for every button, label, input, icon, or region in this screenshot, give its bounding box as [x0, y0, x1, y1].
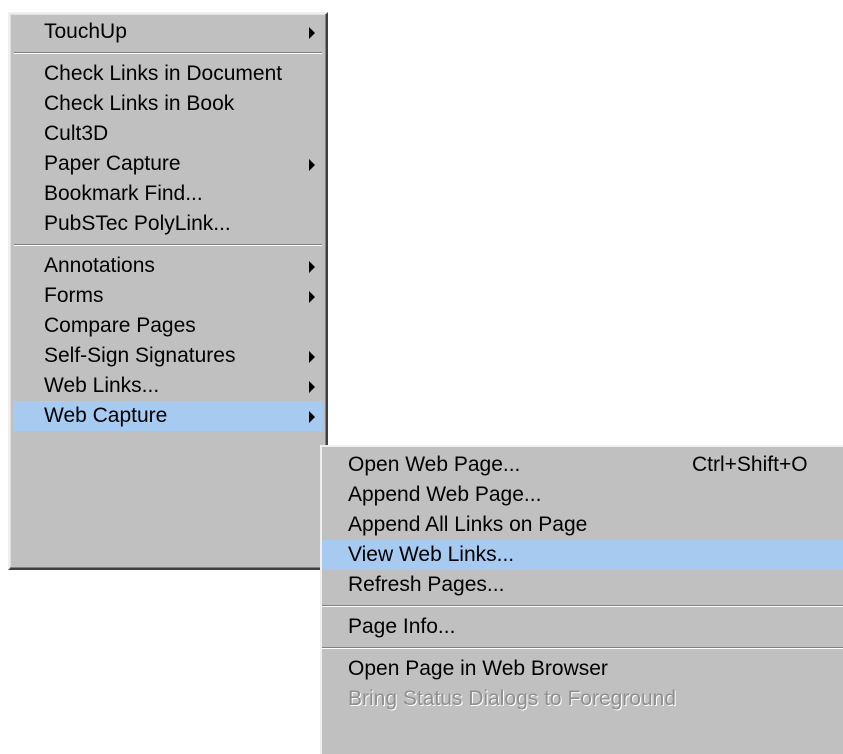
menu-item-annotations[interactable]: Annotations	[13, 251, 323, 281]
menu-item-label: Refresh Pages...	[348, 573, 505, 596]
submenu-arrow-icon	[309, 351, 315, 363]
menu-item-label: PubSTec PolyLink...	[44, 212, 231, 235]
menu-item-check-links-in-document[interactable]: Check Links in Document	[13, 59, 323, 89]
submenu-item-open-web-page[interactable]: Open Web Page... Ctrl+Shift+O	[322, 450, 843, 480]
menu-item-label: TouchUp	[44, 20, 127, 43]
menu-item-label: Forms	[44, 284, 104, 307]
menu-item-label: Bookmark Find...	[44, 182, 203, 205]
screen: TouchUp Check Links in Document Check Li…	[0, 0, 843, 754]
menu-item-label: Web Capture	[44, 404, 168, 427]
menu-item-bookmark-find[interactable]: Bookmark Find...	[13, 179, 323, 209]
menu-item-pubstec-polylink[interactable]: PubSTec PolyLink...	[13, 209, 323, 239]
menu-item-touchup[interactable]: TouchUp	[13, 17, 323, 47]
menu-item-compare-pages[interactable]: Compare Pages	[13, 311, 323, 341]
menu-item-label: Append Web Page...	[348, 483, 542, 506]
menu-item-label: Compare Pages	[44, 314, 196, 337]
submenu-item-refresh-pages[interactable]: Refresh Pages...	[322, 570, 843, 600]
submenu-arrow-icon	[309, 159, 315, 171]
menu-item-label: Bring Status Dialogs to Foreground	[348, 687, 677, 710]
submenu-item-open-in-browser[interactable]: Open Page in Web Browser	[322, 654, 843, 684]
menu-separator	[14, 244, 322, 246]
submenu-arrow-icon	[309, 27, 315, 39]
menu-item-label: Open Page in Web Browser	[348, 657, 608, 680]
submenu-arrow-icon	[309, 411, 315, 423]
submenu-item-append-web-page[interactable]: Append Web Page...	[322, 480, 843, 510]
web-capture-submenu: Open Web Page... Ctrl+Shift+O Append Web…	[320, 445, 843, 754]
tools-menu: TouchUp Check Links in Document Check Li…	[8, 12, 328, 570]
menu-item-cult3d[interactable]: Cult3D	[13, 119, 323, 149]
menu-item-label: Self-Sign Signatures	[44, 344, 236, 367]
menu-item-self-sign-signatures[interactable]: Self-Sign Signatures	[13, 341, 323, 371]
menu-separator	[322, 605, 843, 607]
menu-item-label: Append All Links on Page	[348, 513, 588, 536]
submenu-item-append-all-links[interactable]: Append All Links on Page	[322, 510, 843, 540]
submenu-arrow-icon	[309, 261, 315, 273]
menu-item-check-links-in-book[interactable]: Check Links in Book	[13, 89, 323, 119]
menu-item-shortcut: Ctrl+Shift+O	[692, 453, 808, 476]
menu-item-label: Open Web Page...	[348, 453, 521, 476]
menu-item-label: Check Links in Document	[44, 62, 283, 85]
submenu-arrow-icon	[309, 291, 315, 303]
menu-item-forms[interactable]: Forms	[13, 281, 323, 311]
submenu-arrow-icon	[309, 381, 315, 393]
submenu-item-view-web-links[interactable]: View Web Links...	[322, 540, 843, 570]
menu-item-label: Web Links...	[44, 374, 160, 397]
menu-item-label: Cult3D	[44, 122, 109, 145]
submenu-item-page-info[interactable]: Page Info...	[322, 612, 843, 642]
menu-item-label: Paper Capture	[44, 152, 181, 175]
menu-item-web-links[interactable]: Web Links...	[13, 371, 323, 401]
menu-separator	[322, 647, 843, 649]
menu-item-label: Page Info...	[348, 615, 456, 638]
menu-item-label: View Web Links...	[348, 543, 515, 566]
menu-item-label: Annotations	[44, 254, 155, 277]
menu-item-label: Check Links in Book	[44, 92, 235, 115]
menu-separator	[14, 52, 322, 54]
menu-item-paper-capture[interactable]: Paper Capture	[13, 149, 323, 179]
submenu-item-bring-status-dialogs: Bring Status Dialogs to Foreground	[322, 684, 843, 714]
menu-item-web-capture[interactable]: Web Capture	[13, 401, 323, 431]
